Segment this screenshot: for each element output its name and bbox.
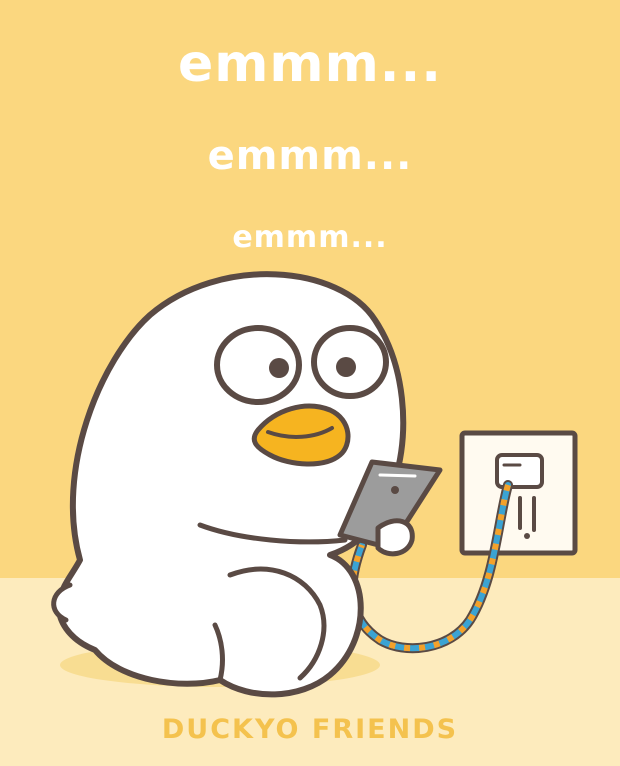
caption-line-3: emmm...: [232, 220, 388, 255]
charger-plug-icon: [495, 453, 544, 489]
wall-outlet-icon: [459, 430, 578, 556]
brand-logo-text: DUCKYO FRIENDS: [161, 714, 459, 745]
illustration: [0, 0, 620, 766]
caption-line-2: emmm...: [207, 133, 413, 179]
duck-hand: [375, 518, 415, 557]
caption-line-1: emmm...: [177, 34, 443, 94]
